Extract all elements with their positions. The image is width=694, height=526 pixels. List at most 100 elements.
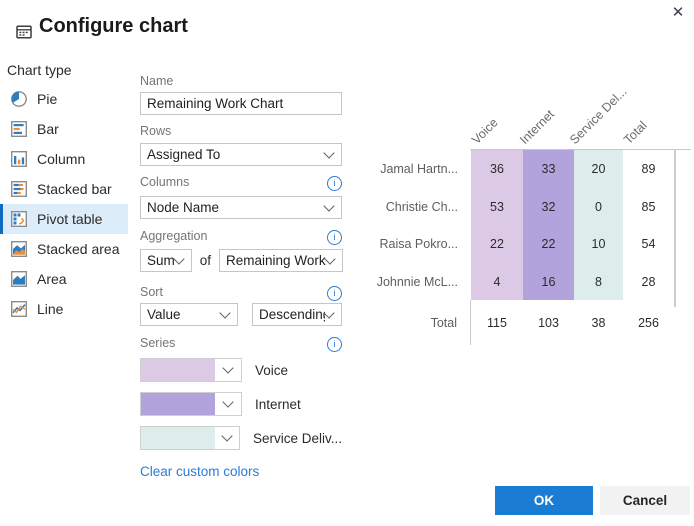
info-icon[interactable] bbox=[327, 230, 342, 245]
chart-type-stacked-bar[interactable]: Stacked bar bbox=[0, 174, 128, 204]
pie-chart-icon bbox=[10, 90, 28, 108]
series-name: Internet bbox=[255, 397, 301, 412]
chart-type-pivot-table[interactable]: Pivot table bbox=[0, 204, 128, 234]
sort-by-value: Value bbox=[147, 307, 181, 322]
rows-label: Rows bbox=[140, 124, 342, 139]
columns-dropdown-value: Node Name bbox=[147, 200, 219, 215]
chart-type-label: Pie bbox=[37, 91, 57, 107]
total-row-label: Total bbox=[375, 300, 471, 345]
column-header-internet: Internet bbox=[517, 107, 557, 147]
color-swatch bbox=[141, 427, 215, 449]
series-color-dropdown[interactable] bbox=[140, 392, 242, 416]
table-cell: 0 bbox=[574, 200, 623, 214]
table-row: Johnnie McL... 4 16 8 28 bbox=[375, 263, 691, 300]
chevron-down-icon bbox=[222, 396, 233, 407]
chart-type-label: Column bbox=[37, 151, 85, 167]
chevron-down-icon bbox=[173, 253, 184, 264]
cancel-button[interactable]: Cancel bbox=[600, 486, 690, 515]
table-cell: 28 bbox=[623, 275, 674, 289]
chevron-down-icon bbox=[324, 253, 335, 264]
stacked-bar-chart-icon bbox=[10, 180, 28, 198]
aggregation-field-dropdown[interactable]: Remaining Work bbox=[219, 249, 343, 272]
chart-type-line[interactable]: Line bbox=[0, 294, 128, 324]
sort-label: Sort bbox=[140, 285, 342, 300]
bar-chart-icon bbox=[10, 120, 28, 138]
color-swatch bbox=[141, 359, 215, 381]
sort-field-group: Sort Value Descending bbox=[140, 285, 342, 326]
preview-scrollbar[interactable] bbox=[674, 150, 676, 307]
column-header-total: Total bbox=[621, 118, 650, 147]
chart-type-label: Stacked bar bbox=[37, 181, 112, 197]
row-label: Jamal Hartn... bbox=[375, 162, 471, 176]
table-cell: 256 bbox=[623, 316, 674, 330]
chart-type-list: Pie Bar Column bbox=[0, 84, 128, 324]
row-label: Johnnie McL... bbox=[375, 275, 471, 289]
table-cell: 85 bbox=[623, 200, 674, 214]
name-label: Name bbox=[140, 74, 342, 89]
chart-type-bar[interactable]: Bar bbox=[0, 114, 128, 144]
chart-type-label: Bar bbox=[37, 121, 59, 137]
dialog-title: Configure chart bbox=[39, 15, 188, 38]
aggregation-connector: of bbox=[200, 253, 211, 268]
table-cell: 22 bbox=[523, 237, 574, 251]
rows-field-group: Rows Assigned To bbox=[140, 124, 342, 166]
rows-dropdown-value: Assigned To bbox=[147, 147, 220, 162]
ok-button[interactable]: OK bbox=[495, 486, 593, 515]
table-cell: 38 bbox=[574, 316, 623, 330]
aggregation-function-dropdown[interactable]: Sum bbox=[140, 249, 192, 272]
series-field-group: Series Voice Internet Service Deliv... bbox=[140, 336, 342, 450]
chart-type-stacked-area[interactable]: Stacked area bbox=[0, 234, 128, 264]
table-cell: 8 bbox=[574, 275, 623, 289]
chevron-down-icon bbox=[323, 147, 334, 158]
table-total-row: Total 115 103 38 256 bbox=[375, 300, 691, 345]
aggregation-field-group: Aggregation Sum of Remaining Work bbox=[140, 229, 342, 272]
chart-type-label: Pivot table bbox=[37, 211, 102, 227]
chart-type-heading: Chart type bbox=[7, 62, 72, 78]
table-cell: 36 bbox=[471, 162, 523, 176]
columns-dropdown[interactable]: Node Name bbox=[140, 196, 342, 219]
color-swatch bbox=[141, 393, 215, 415]
chart-type-column[interactable]: Column bbox=[0, 144, 128, 174]
area-chart-icon bbox=[10, 270, 28, 288]
table-cell: 16 bbox=[523, 275, 574, 289]
chevron-down-icon bbox=[323, 200, 334, 211]
series-row-internet: Internet bbox=[140, 392, 342, 416]
line-chart-icon bbox=[10, 300, 28, 318]
sort-direction-value: Descending bbox=[259, 307, 325, 322]
series-color-dropdown[interactable] bbox=[140, 358, 242, 382]
table-cell: 22 bbox=[471, 237, 523, 251]
chart-type-pie[interactable]: Pie bbox=[0, 84, 128, 114]
chart-name-input[interactable] bbox=[140, 92, 342, 115]
info-icon[interactable] bbox=[327, 286, 342, 301]
table-cell: 33 bbox=[523, 162, 574, 176]
row-label: Raisa Pokro... bbox=[375, 237, 471, 251]
close-icon[interactable]: ✕ bbox=[667, 2, 689, 24]
column-header-service-delivery: Service Del... bbox=[567, 85, 629, 147]
sort-direction-dropdown[interactable]: Descending bbox=[252, 303, 342, 326]
chevron-down-icon bbox=[221, 430, 232, 441]
column-header-voice: Voice bbox=[469, 115, 501, 147]
series-color-dropdown[interactable] bbox=[140, 426, 240, 450]
table-cell: 32 bbox=[523, 200, 574, 214]
table-cell: 10 bbox=[574, 237, 623, 251]
series-name: Service Deliv... bbox=[253, 431, 342, 446]
table-cell: 54 bbox=[623, 237, 674, 251]
pivot-table-preview: Voice Internet Service Del... Total Jama… bbox=[375, 75, 691, 347]
clear-custom-colors-link[interactable]: Clear custom colors bbox=[140, 464, 259, 479]
pivot-table-chart-icon bbox=[10, 210, 28, 228]
aggregation-field-value: Remaining Work bbox=[226, 253, 326, 268]
columns-field-group: Columns Node Name bbox=[140, 175, 342, 219]
info-icon[interactable] bbox=[327, 176, 342, 191]
columns-label: Columns bbox=[140, 175, 342, 190]
table-row: Jamal Hartn... 36 33 20 89 bbox=[375, 150, 691, 187]
chart-type-area[interactable]: Area bbox=[0, 264, 128, 294]
name-field-group: Name bbox=[140, 74, 342, 115]
series-row-service-delivery: Service Deliv... bbox=[140, 426, 342, 450]
info-icon[interactable] bbox=[327, 337, 342, 352]
sort-by-dropdown[interactable]: Value bbox=[140, 303, 238, 326]
rows-dropdown[interactable]: Assigned To bbox=[140, 143, 342, 166]
column-chart-icon bbox=[10, 150, 28, 168]
table-cell: 4 bbox=[471, 275, 523, 289]
row-label: Christie Ch... bbox=[375, 200, 471, 214]
aggregation-function-value: Sum bbox=[147, 253, 175, 268]
